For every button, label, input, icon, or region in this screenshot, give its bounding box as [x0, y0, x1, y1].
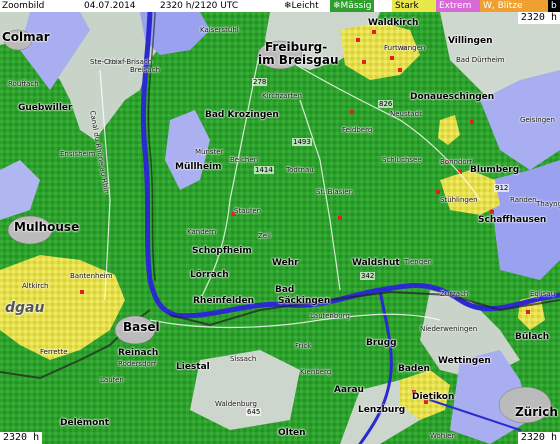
place-buelach: Bülach	[515, 332, 550, 342]
legend-heavy: Stark	[392, 0, 436, 12]
place-dietikon: Dietikon	[412, 392, 455, 402]
place-furtwangen: Furtwangen	[384, 44, 426, 52]
place-niederweningen: Niederweningen	[420, 325, 478, 333]
place-basel: Basel	[123, 320, 160, 334]
place-sissach: Sissach	[230, 355, 257, 363]
place-feldberg: Feldberg	[342, 126, 373, 134]
place-delemont: Delémont	[60, 418, 110, 428]
place-liestal: Liestal	[176, 362, 210, 372]
road-number-826: 826	[378, 100, 394, 108]
legend-b: b	[548, 0, 560, 12]
region-sundgau: dgau	[5, 300, 45, 316]
place-ensisheim: Ensisheim	[60, 150, 96, 158]
place-breisach: Breisach	[130, 66, 160, 74]
place-rheinfelden: Rheinfelden	[193, 296, 254, 306]
place-donaueschingen: Donaueschingen	[410, 92, 495, 102]
elevation-1493: 1493	[292, 138, 312, 146]
view-mode-label: Zoombild	[2, 1, 45, 11]
place-frick: Frick	[295, 342, 312, 350]
place-laufen: Laufen	[100, 376, 124, 384]
place-olten: Olten	[278, 428, 306, 438]
place-zurzach: Zurzach	[440, 290, 469, 298]
place-villingen: Villingen	[448, 36, 493, 46]
place-bonndorf: Bonndorf	[440, 158, 473, 166]
place-waldshut: Waldshut	[352, 258, 400, 268]
road-number-912: 912	[494, 184, 510, 192]
place-bad-duerrheim: Bad Dürrheim	[456, 56, 505, 64]
place-todtnau: Todtnau	[286, 166, 314, 174]
place-geisingen: Geisingen	[520, 116, 555, 124]
place-staufen: Staufen	[234, 207, 262, 215]
place-aarau: Aarau	[334, 385, 364, 395]
place-rouffach: Rouffach	[8, 80, 39, 88]
place-stuehlingen: Stühlingen	[440, 196, 478, 204]
place-altkirch: Altkirch	[22, 282, 49, 290]
place-bad-krozingen: Bad Krozingen	[205, 110, 279, 120]
place-bantenheim: Bantenheim	[70, 272, 113, 280]
snowflake-icon: ❄	[284, 1, 292, 11]
place-saeckingen: Säckingen	[278, 296, 331, 306]
place-schluchsee: Schluchsee	[382, 156, 422, 164]
place-mulhouse: Mulhouse	[14, 220, 80, 234]
place-neustadt: Neustadt	[390, 110, 422, 118]
place-ferrette: Ferrette	[40, 348, 68, 356]
place-zuerich: Zürich	[515, 405, 558, 419]
place-guebwiller: Guebwiller	[18, 103, 73, 113]
place-reinach: Reinach	[118, 348, 159, 358]
height-label-top-right: 2320 h	[517, 12, 560, 24]
place-freiburg-line1: Freiburg-	[265, 40, 328, 54]
place-belchen: Belchen	[230, 156, 259, 164]
road-number-342: 342	[360, 272, 376, 280]
place-schaffhausen: Schaffhausen	[478, 215, 547, 225]
place-wettingen: Wettingen	[438, 356, 491, 366]
place-zell: Zell	[258, 232, 271, 240]
legend-extreme: Extrem	[436, 0, 480, 12]
legend-moderate: ❄Mässig	[330, 0, 375, 12]
date-label: 04.07.2014	[84, 1, 136, 11]
place-wehr: Wehr	[272, 258, 299, 268]
header-bar: Zoombild 04.07.2014 2320 h/2120 UTC ❄Lei…	[0, 0, 560, 12]
road-number-645: 645	[246, 408, 262, 416]
place-waldenburg: Waldenburg	[215, 400, 257, 408]
legend-lightning: W, Blitze	[480, 0, 548, 12]
place-kandern: Kandern	[187, 228, 217, 236]
place-loerrach: Lörrach	[190, 270, 229, 280]
place-muellheim: Müllheim	[175, 162, 222, 172]
place-eglisau: Eglisau	[530, 290, 556, 298]
height-label-bottom-left: 2320 h	[0, 432, 43, 444]
road-number-278: 278	[252, 78, 268, 86]
elevation-1414: 1414	[254, 166, 274, 174]
place-laufenburg: Laufenburg	[310, 312, 350, 320]
place-thayngen: Thayngen	[536, 200, 560, 208]
place-st-blasien: St. Blasien	[316, 188, 354, 196]
place-bruegg: Brugg	[366, 338, 397, 348]
place-lenzburg: Lenzburg	[358, 405, 406, 415]
place-muenster: Münster	[195, 148, 224, 156]
place-randen: Randen	[510, 196, 537, 204]
place-freiburg-line2: im Breisgau	[258, 53, 339, 67]
place-waldkirch: Waldkirch	[368, 18, 419, 28]
legend-light: ❄Leicht	[281, 0, 322, 12]
place-wohlen: Wohlen	[430, 432, 456, 440]
place-rodersdorf: Rodersdorf	[118, 360, 157, 368]
place-schopfheim: Schopfheim	[192, 246, 252, 256]
snowflake-icon: ❄	[333, 1, 341, 11]
place-baden: Baden	[398, 364, 430, 374]
place-bad: Bad	[275, 285, 295, 295]
place-kienberg: Kienberg	[300, 368, 332, 376]
place-kaiserstuhl: Kaiserstuhl	[200, 26, 239, 34]
place-blumberg: Blumberg	[470, 165, 520, 175]
place-colmar: Colmar	[2, 30, 50, 44]
radar-map: Zoombild 04.07.2014 2320 h/2120 UTC ❄Lei…	[0, 0, 560, 444]
time-label: 2320 h/2120 UTC	[160, 1, 239, 11]
place-ste-croix: Ste-Croix	[90, 58, 123, 66]
place-tiengen: Tiengen	[404, 258, 432, 266]
place-kirchzarten: Kirchzarten	[262, 92, 302, 100]
height-label-bottom-right: 2320 h	[517, 432, 560, 444]
